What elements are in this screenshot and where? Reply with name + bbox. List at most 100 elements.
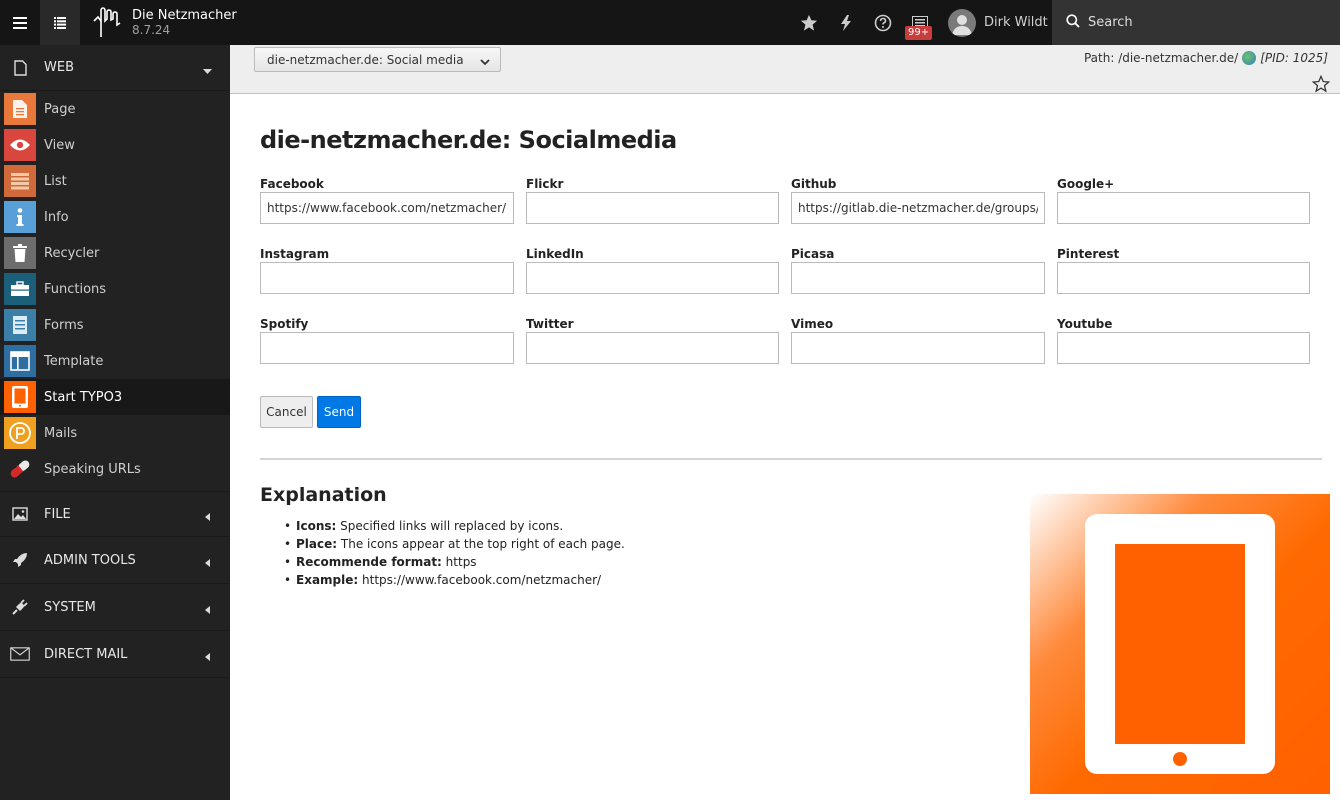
section-system-header[interactable]: SYSTEM <box>0 584 230 631</box>
send-button[interactable]: Send <box>317 396 361 428</box>
module-label: Forms <box>44 318 84 333</box>
item-text: Specified links will replaced by icons. <box>336 519 564 533</box>
document-icon <box>10 58 30 78</box>
module-label: Start TYPO3 <box>44 390 123 405</box>
youtube-input[interactable] <box>1057 332 1310 364</box>
search-input[interactable] <box>1088 15 1308 30</box>
module-label: Recycler <box>44 246 100 261</box>
page-title: die-netzmacher.de: Socialmedia <box>260 126 677 154</box>
forms-icon <box>4 309 36 341</box>
pill-icon <box>4 453 36 485</box>
search-box <box>1052 0 1340 45</box>
field-label: Pinterest <box>1057 247 1120 261</box>
caret-left-icon <box>205 650 210 664</box>
module-functions[interactable]: Functions <box>0 271 230 307</box>
path-label: Path: /die-netzmacher.de/ <box>1083 51 1239 65</box>
picasa-input[interactable] <box>791 262 1045 294</box>
module-info[interactable]: Info <box>0 199 230 235</box>
site-logo-icon[interactable] <box>92 7 122 39</box>
item-key: Example: <box>296 573 359 587</box>
hamburger-menu-icon[interactable] <box>0 0 40 45</box>
eye-icon <box>4 129 36 161</box>
facebook-input[interactable] <box>260 192 514 224</box>
item-key: Recommende format: <box>296 555 442 569</box>
linkedin-input[interactable] <box>526 262 779 294</box>
bookmarks-star-icon[interactable] <box>798 12 820 34</box>
pinterest-input[interactable] <box>1057 262 1310 294</box>
section-admin-tools-label: ADMIN TOOLS <box>44 552 136 568</box>
bookmark-star-icon[interactable] <box>1311 74 1331 96</box>
page-module-icon <box>4 93 36 125</box>
section-web-header[interactable]: WEB <box>0 45 230 91</box>
instagram-input[interactable] <box>260 262 514 294</box>
pinterest-field: Pinterest <box>1057 247 1310 294</box>
section-file-header[interactable]: FILE <box>0 491 230 537</box>
divider <box>260 458 1322 460</box>
field-label: Github <box>791 177 837 191</box>
user-menu[interactable]: Dirk Wildt <box>948 0 1048 45</box>
module-menu: WEB Page View List Info Recycler Functio… <box>0 45 230 800</box>
module-label: Template <box>44 354 104 369</box>
module-start-typo3[interactable]: Start TYPO3 <box>0 379 230 415</box>
field-label: Instagram <box>260 247 330 261</box>
module-recycler[interactable]: Recycler <box>0 235 230 271</box>
github-input[interactable] <box>791 192 1045 224</box>
tablet-illustration <box>1030 494 1330 794</box>
topbar: Die Netzmacher 8.7.24 99+ Dirk Wildt <box>0 0 1340 45</box>
caret-left-icon <box>205 510 210 524</box>
module-view[interactable]: View <box>0 127 230 163</box>
vimeo-input[interactable] <box>791 332 1045 364</box>
spotify-input[interactable] <box>260 332 514 364</box>
chevron-down-icon <box>480 55 490 69</box>
module-label: Functions <box>44 282 107 297</box>
module-forms[interactable]: Forms <box>0 307 230 343</box>
mail-p-icon <box>4 417 36 449</box>
field-label: Vimeo <box>791 317 834 331</box>
flickr-field: Flickr <box>526 177 779 224</box>
module-page[interactable]: Page <box>0 91 230 127</box>
module-mails[interactable]: Mails <box>0 415 230 451</box>
field-label: Google+ <box>1057 177 1115 191</box>
clear-cache-flash-icon[interactable] <box>835 12 857 34</box>
youtube-field: Youtube <box>1057 317 1310 364</box>
module-speaking-urls[interactable]: Speaking URLs <box>0 451 230 487</box>
notification-count-badge[interactable]: 99+ <box>905 26 933 40</box>
section-direct-mail-header[interactable]: DIRECT MAIL <box>0 631 230 678</box>
module-label: Mails <box>44 426 78 441</box>
cancel-button[interactable]: Cancel <box>260 396 313 428</box>
item-key: Icons: <box>296 519 337 533</box>
info-icon <box>4 201 36 233</box>
list-item: Example: https://www.facebook.com/netzma… <box>284 571 625 589</box>
page-select-value: die-netzmacher.de: Social media <box>267 52 464 67</box>
flickr-input[interactable] <box>526 192 779 224</box>
caret-down-icon <box>203 64 212 78</box>
module-label: Info <box>44 210 69 225</box>
twitter-field: Twitter <box>526 317 779 364</box>
page-tree-toggle-icon[interactable] <box>40 0 80 45</box>
globe-icon <box>1242 51 1257 65</box>
caret-left-icon <box>205 556 210 570</box>
section-file-label: FILE <box>44 506 71 522</box>
help-question-icon[interactable] <box>872 12 894 34</box>
explanation-title: Explanation <box>260 484 387 506</box>
site-version: 8.7.24 <box>132 23 171 37</box>
module-list[interactable]: List <box>0 163 230 199</box>
page-select-dropdown[interactable]: die-netzmacher.de: Social media <box>254 47 501 72</box>
module-template[interactable]: Template <box>0 343 230 379</box>
item-key: Place: <box>296 537 338 551</box>
module-label: View <box>44 138 75 153</box>
doc-header: die-netzmacher.de: Social media Path: /d… <box>230 45 1340 94</box>
spotify-field: Spotify <box>260 317 514 364</box>
page-id: [PID: 1025] <box>1260 51 1328 65</box>
twitter-input[interactable] <box>526 332 779 364</box>
google-plus-input[interactable] <box>1057 192 1310 224</box>
item-text: https <box>441 555 477 569</box>
section-admin-tools-header[interactable]: ADMIN TOOLS <box>0 537 230 584</box>
image-icon <box>10 504 30 524</box>
github-field: Github <box>791 177 1045 224</box>
envelope-icon <box>10 644 30 664</box>
tablet-icon <box>4 381 36 413</box>
site-info[interactable]: Die Netzmacher 8.7.24 <box>132 9 237 38</box>
field-label: Picasa <box>791 247 835 261</box>
google-plus-field: Google+ <box>1057 177 1310 224</box>
